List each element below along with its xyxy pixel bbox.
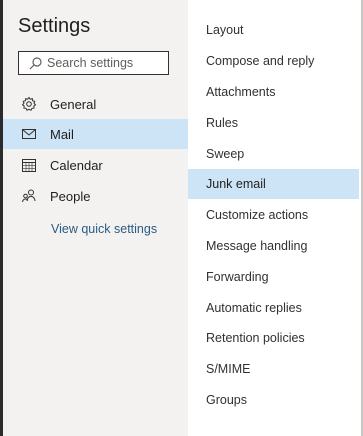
settings-nav-pane: Settings General Mail Calen <box>3 0 188 436</box>
mail-setting-forwarding[interactable]: Forwarding <box>188 262 359 292</box>
people-icon <box>22 189 36 203</box>
mail-setting-sweep[interactable]: Sweep <box>188 139 359 169</box>
mail-setting-junk-email[interactable]: Junk email <box>188 169 359 199</box>
mail-setting-label: Automatic replies <box>206 301 302 315</box>
mail-setting-label: Compose and reply <box>206 54 315 68</box>
mail-setting-label: Groups <box>206 393 247 407</box>
nav-item-mail[interactable]: Mail <box>3 119 188 149</box>
mail-setting-smime[interactable]: S/MIME <box>188 354 359 384</box>
mail-setting-groups[interactable]: Groups <box>188 385 359 415</box>
nav-label-mail: Mail <box>50 126 74 142</box>
mail-setting-rules[interactable]: Rules <box>188 108 359 138</box>
mail-setting-label: Forwarding <box>206 270 269 284</box>
mail-setting-label: Junk email <box>206 177 266 191</box>
mail-setting-label: Retention policies <box>206 331 305 345</box>
mail-setting-label: Customize actions <box>206 208 309 222</box>
nav-item-people[interactable]: People <box>3 181 188 211</box>
mail-setting-label: Layout <box>206 23 244 37</box>
mail-setting-retention-policies[interactable]: Retention policies <box>188 323 359 353</box>
nav-item-calendar[interactable]: Calendar <box>3 150 188 180</box>
nav-item-general[interactable]: General <box>3 89 188 119</box>
search-settings-box[interactable] <box>18 51 169 75</box>
view-quick-settings-link[interactable]: View quick settings <box>51 222 157 236</box>
mail-icon <box>22 129 36 139</box>
mail-setting-label: Attachments <box>206 85 276 99</box>
calendar-icon <box>22 159 36 172</box>
mail-setting-label: S/MIME <box>206 362 251 376</box>
mail-setting-layout[interactable]: Layout <box>188 15 359 45</box>
mail-setting-compose-and-reply[interactable]: Compose and reply <box>188 46 359 76</box>
mail-setting-label: Message handling <box>206 239 308 253</box>
nav-label-people: People <box>50 188 91 204</box>
nav-label-general: General <box>50 96 97 112</box>
mail-setting-customize-actions[interactable]: Customize actions <box>188 200 359 230</box>
mail-settings-list: Layout Compose and reply Attachments Rul… <box>188 0 361 436</box>
mail-setting-message-handling[interactable]: Message handling <box>188 231 359 261</box>
nav-label-calendar: Calendar <box>50 157 103 173</box>
mail-setting-label: Sweep <box>206 147 245 161</box>
mail-setting-attachments[interactable]: Attachments <box>188 77 359 107</box>
gear-icon <box>21 96 37 111</box>
settings-title: Settings <box>18 15 91 37</box>
mail-setting-label: Rules <box>206 116 238 130</box>
mail-setting-automatic-replies[interactable]: Automatic replies <box>188 293 359 323</box>
search-input[interactable] <box>47 56 162 70</box>
search-icon <box>29 56 42 69</box>
